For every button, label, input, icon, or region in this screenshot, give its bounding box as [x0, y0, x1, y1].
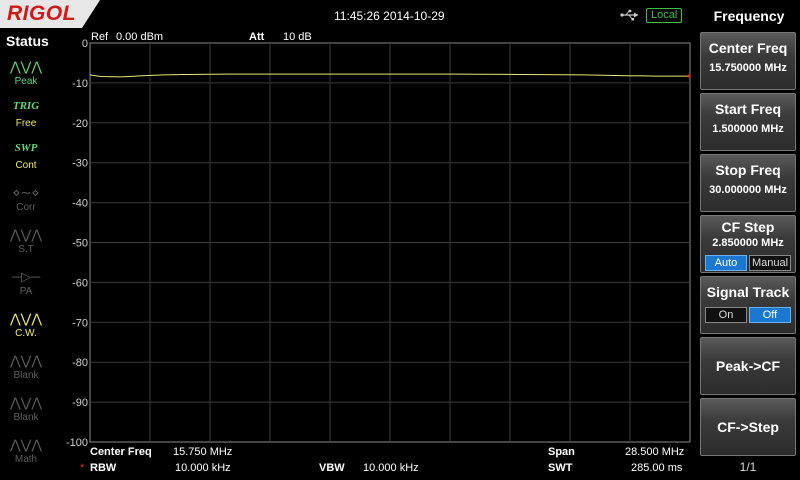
attenuation-label: Att [249, 31, 265, 43]
y-axis-labels: 0 -10 -20 -30 -40 -50 -60 -70 -80 -90 -100 [66, 38, 88, 449]
signal-track-toggle[interactable]: On Off [705, 307, 791, 323]
softkey-label: Stop Freq [715, 162, 781, 178]
swt-value: 285.00 ms [631, 462, 683, 474]
softkey-label: Start Freq [714, 101, 782, 117]
softkey-label: Center Freq [708, 40, 788, 56]
ref-level-value[interactable]: 0.00 dBm [116, 31, 163, 43]
center-freq-value: 15.750 MHz [173, 446, 233, 458]
stop-freq-softkey[interactable]: Stop Freq 30.000000 MHz [700, 154, 796, 212]
y-tick-label: 0 [82, 38, 88, 50]
cf-step-auto-option[interactable]: Auto [705, 255, 747, 271]
y-tick-label: -50 [72, 238, 88, 250]
ref-level-label: Ref [91, 31, 109, 43]
signal-track-off-option[interactable]: Off [749, 307, 791, 323]
spectrum-plot[interactable]: 0 -10 -20 -30 -40 -50 -60 -70 -80 -90 -100 [0, 0, 698, 480]
y-tick-label: -90 [72, 397, 88, 409]
trace-end-marker [687, 74, 691, 78]
y-tick-label: -40 [72, 198, 88, 210]
y-tick-label: -60 [72, 277, 88, 289]
y-tick-label: -30 [72, 158, 88, 170]
y-tick-label: -100 [66, 437, 88, 449]
y-tick-label: -20 [72, 118, 88, 130]
center-freq-softkey[interactable]: Center Freq 15.750000 MHz [700, 32, 796, 90]
cf-step-mode-toggle[interactable]: Auto Manual [705, 255, 791, 271]
rbw-uncal-marker: * [80, 462, 85, 474]
attenuation-value[interactable]: 10 dB [283, 31, 312, 43]
frequency-menu: Frequency Center Freq 15.750000 MHz Star… [698, 0, 800, 480]
signal-track-on-option[interactable]: On [705, 307, 747, 323]
softkey-value: 15.750000 MHz [709, 62, 787, 74]
cf-to-step-softkey[interactable]: CF->Step [700, 398, 796, 456]
menu-title: Frequency [713, 8, 785, 24]
start-freq-softkey[interactable]: Start Freq 1.500000 MHz [700, 93, 796, 151]
rbw-label: RBW [90, 462, 117, 474]
signal-track-softkey[interactable]: Signal Track On Off [700, 276, 796, 334]
softkey-label: Signal Track [706, 284, 790, 300]
softkey-value: 30.000000 MHz [709, 184, 787, 196]
menu-page-indicator: 1/1 [739, 460, 757, 474]
center-freq-label: Center Freq [90, 446, 152, 458]
cf-step-manual-option[interactable]: Manual [749, 255, 791, 271]
span-value: 28.500 MHz [625, 446, 685, 458]
softkey-label: Peak->CF [715, 358, 781, 374]
peak-to-cf-softkey[interactable]: Peak->CF [700, 337, 796, 395]
span-label: Span [548, 446, 575, 458]
softkey-label: CF->Step [717, 419, 779, 435]
y-tick-label: -10 [72, 78, 88, 90]
swt-label: SWT [548, 462, 573, 474]
cf-step-softkey[interactable]: CF Step 2.850000 MHz Auto Manual [700, 215, 796, 273]
y-tick-label: -80 [72, 357, 88, 369]
softkey-label: CF Step [721, 219, 775, 235]
y-tick-label: -70 [72, 317, 88, 329]
softkey-value: 2.850000 MHz [712, 237, 784, 249]
vbw-value: 10.000 kHz [363, 462, 419, 474]
softkey-value: 1.500000 MHz [712, 123, 784, 135]
rbw-value: 10.000 kHz [175, 462, 231, 474]
vbw-label: VBW [319, 462, 345, 474]
